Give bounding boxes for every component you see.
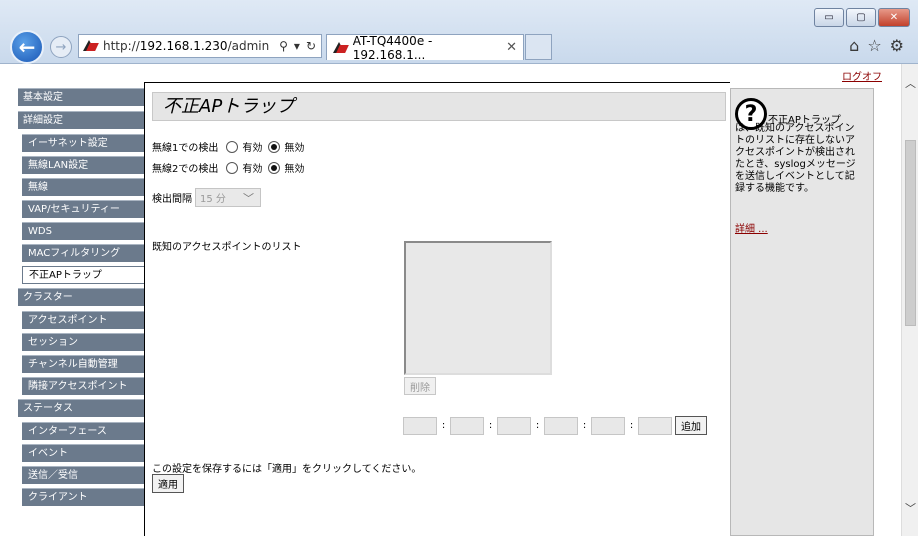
help-panel: ? 不正APトラップ は、既知のアクセスポイントのリストに存在しないアクセスポイ…	[730, 88, 874, 536]
url-prefix: http://	[103, 39, 140, 53]
interval-label: 検出間隔	[152, 194, 192, 205]
known-ap-row: 既知のアクセスポイントのリスト	[152, 238, 302, 253]
radio2-detection-row: 無線2での検出 有効 無効	[152, 160, 304, 175]
mac-octet-1-input[interactable]	[403, 416, 437, 435]
mac-octet-4-input[interactable]	[544, 416, 578, 435]
mac-separator: :	[441, 420, 446, 431]
radio1-disable-label: 無効	[284, 143, 305, 154]
browser-chrome: ▭ ▢ ✕ ← → http://192.168.1.230/admin ⚲ ▾…	[0, 0, 918, 64]
sidebar-item-events[interactable]: イベント	[22, 444, 144, 462]
logout-link[interactable]: ログオフ	[842, 68, 882, 83]
forward-arrow-icon[interactable]: →	[50, 36, 72, 58]
dropdown-arrow-icon[interactable]: ▾	[294, 39, 300, 53]
new-tab-button[interactable]	[525, 34, 552, 60]
close-icon[interactable]: ✕	[878, 8, 910, 27]
page-viewport: ログオフ 基本設定 詳細設定 イーサネット設定 無線LAN設定 無線 VAP/セ…	[0, 64, 918, 536]
search-icon[interactable]: ⚲	[279, 39, 288, 53]
sidebar-item-wds[interactable]: WDS	[22, 222, 144, 240]
back-arrow-icon[interactable]: ←	[10, 30, 44, 64]
url-path: /admin	[227, 39, 270, 53]
mac-octet-6-input[interactable]	[638, 416, 672, 435]
sidebar-item-transmit-receive[interactable]: 送信／受信	[22, 466, 144, 484]
address-bar[interactable]: http://192.168.1.230/admin ⚲ ▾ ↻	[78, 34, 322, 58]
known-ap-list-label: 既知のアクセスポイントのリスト	[152, 242, 302, 253]
refresh-icon[interactable]: ↻	[306, 39, 316, 53]
page-scrollbar[interactable]: ︿ ﹀	[901, 64, 918, 536]
sidebar-item-rogue-ap[interactable]: 不正APトラップ	[22, 266, 144, 284]
sidebar-item-clients[interactable]: クライアント	[22, 488, 144, 506]
sidebar-item-ethernet[interactable]: イーサネット設定	[22, 134, 144, 152]
url-host: 192.168.1.230	[139, 39, 228, 53]
interval-value: 15 分	[200, 194, 226, 205]
chevron-down-icon: ﹀	[243, 192, 254, 205]
apply-button[interactable]: 適用	[152, 474, 184, 493]
interval-row: 検出間隔 15 分 ﹀	[152, 188, 261, 207]
nav-group-status[interactable]: ステータス	[18, 399, 144, 417]
mac-octet-2-input[interactable]	[450, 416, 484, 435]
interval-select[interactable]: 15 分 ﹀	[195, 188, 261, 207]
help-more-link[interactable]: 詳細 ...	[735, 220, 768, 235]
sidebar-item-wireless[interactable]: 無線	[22, 178, 144, 196]
radio2-enable-radio[interactable]	[226, 161, 239, 174]
browser-tab[interactable]: AT-TQ4400e - 192.168.1... ✕	[326, 33, 524, 62]
nav-group-advanced[interactable]: 詳細設定	[18, 111, 144, 129]
mac-octet-3-input[interactable]	[497, 416, 531, 435]
radio2-disable-radio[interactable]	[268, 161, 281, 174]
minimize-icon[interactable]: ▭	[814, 8, 844, 27]
scroll-up-icon[interactable]: ︿	[902, 74, 918, 91]
add-button[interactable]: 追加	[675, 416, 707, 435]
nav-group-cluster[interactable]: クラスター	[18, 288, 144, 306]
help-text: は、既知のアクセスポイントのリストに存在しないアクセスポイントが検出されたとき、…	[735, 123, 856, 194]
delete-button[interactable]: 削除	[404, 377, 436, 395]
page-title: 不正APトラップ	[152, 92, 726, 121]
radio2-disable-label: 無効	[284, 164, 305, 175]
gear-icon[interactable]: ⚙	[890, 36, 904, 55]
save-hint-text: この設定を保存するには「適用」をクリックしてください。	[152, 464, 422, 475]
known-ap-listbox[interactable]	[404, 241, 552, 375]
main-content: 不正APトラップ 無線1での検出 有効 無効 無線2での検出 有効 無効 検出間…	[144, 82, 730, 536]
scroll-thumb[interactable]	[905, 140, 916, 326]
sidebar-nav: 基本設定 詳細設定 イーサネット設定 無線LAN設定 無線 VAP/セキュリティ…	[18, 88, 144, 510]
radio1-detection-row: 無線1での検出 有効 無効	[152, 139, 304, 154]
nav-group-basic[interactable]: 基本設定	[18, 88, 144, 106]
tab-title: AT-TQ4400e - 192.168.1...	[352, 33, 433, 62]
scroll-down-icon[interactable]: ﹀	[902, 499, 918, 516]
radio2-enable-label: 有効	[242, 164, 263, 175]
sidebar-item-wireless-lan[interactable]: 無線LAN設定	[22, 156, 144, 174]
mac-separator: :	[535, 420, 540, 431]
mac-separator: :	[582, 420, 587, 431]
sidebar-item-interfaces[interactable]: インターフェース	[22, 422, 144, 440]
sidebar-item-neighbor-ap[interactable]: 隣接アクセスポイント	[22, 377, 144, 395]
mac-separator: :	[629, 420, 634, 431]
radio1-label: 無線1での検出	[152, 143, 219, 154]
favorites-star-icon[interactable]: ☆	[867, 36, 881, 55]
mac-address-input-row: : : : : : 追加	[403, 416, 707, 435]
sidebar-item-channel-management[interactable]: チャンネル自動管理	[22, 355, 144, 373]
radio1-enable-radio[interactable]	[226, 140, 239, 153]
save-hint-row: この設定を保存するには「適用」をクリックしてください。	[152, 460, 421, 475]
sidebar-item-sessions[interactable]: セッション	[22, 333, 144, 351]
radio1-disable-radio[interactable]	[268, 140, 281, 153]
maximize-icon[interactable]: ▢	[846, 8, 876, 27]
site-favicon-icon	[83, 40, 97, 52]
sidebar-item-access-points[interactable]: アクセスポイント	[22, 311, 144, 329]
radio1-enable-label: 有効	[242, 143, 263, 154]
sidebar-item-vap-security[interactable]: VAP/セキュリティー	[22, 200, 144, 218]
window-controls: ▭ ▢ ✕	[814, 8, 910, 27]
mac-separator: :	[488, 420, 493, 431]
tab-close-icon[interactable]: ✕	[506, 40, 517, 55]
home-icon[interactable]: ⌂	[849, 36, 859, 55]
sidebar-item-mac-filter[interactable]: MACフィルタリング	[22, 244, 144, 262]
tab-favicon-icon	[333, 41, 347, 54]
radio2-label: 無線2での検出	[152, 164, 219, 175]
mac-octet-5-input[interactable]	[591, 416, 625, 435]
